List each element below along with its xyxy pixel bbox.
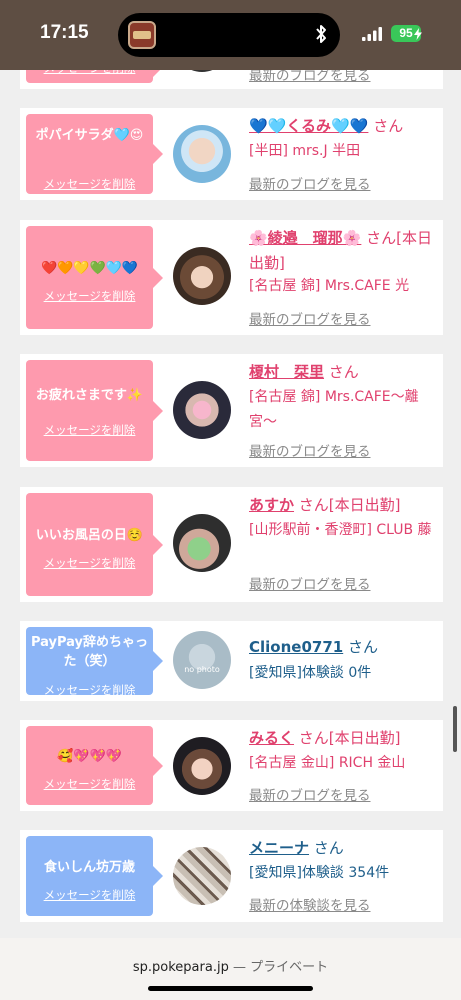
honorific: さん [313,839,344,857]
latest-blog-link[interactable]: 最新のブログを見る [249,784,371,804]
home-indicator[interactable] [148,986,313,991]
domain-label: sp.pokepara.jp [132,960,229,975]
latest-review-link[interactable]: 最新の体験談を見る [249,894,371,914]
address-bar[interactable]: sp.pokepara.jp — プライベート [0,956,461,975]
status-time: 17:15 [40,22,89,43]
cast-name-link[interactable]: あすか [249,496,294,514]
message-bubble: PayPay辞めちゃった（笑） メッセージを削除 [26,627,163,698]
honorific: さん [373,117,404,135]
private-mode-label: プライベート [250,960,329,975]
avatar[interactable] [173,514,231,572]
message-card: 🥰💖💖💖 メッセージを削除 みるく さん[本日出勤] [名古屋 金山] RICH… [20,720,443,811]
no-photo-label: no photo [184,665,220,674]
message-text: ❤️🧡💛💚🩵💙 [40,261,139,276]
shop-name: [名古屋 金山] RICH 金山 [249,755,406,771]
status-bar: 17:15 95 [0,0,461,70]
message-card: いいお風呂の日☺️ メッセージを削除 あすか さん[本日出勤] [山形駅前・香澄… [20,487,443,602]
message-bubble: いいお風呂の日☺️ メッセージを削除 [26,493,163,596]
message-card: ❤️🧡💛💚🩵💙 メッセージを削除 🌸綾邉 瑠那🌸 さん[本日出勤] [名古屋 錦… [20,220,443,335]
avatar[interactable]: no photo [173,631,231,689]
shop-name: [名古屋 錦] Mrs.CAFE 光 [249,278,410,294]
honorific: さん [347,638,378,656]
shop-name: [山形駅前・香澄町] CLUB 藤 [249,522,432,538]
delete-message-link[interactable]: メッセージを削除 [26,422,153,438]
delete-message-link[interactable]: メッセージを削除 [26,682,153,698]
user-name-link[interactable]: メニーナ [249,839,309,857]
latest-blog-link[interactable]: 最新のブログを見る [249,173,371,193]
latest-blog-link[interactable]: 最新のブログを見る [249,573,371,593]
avatar[interactable] [173,847,231,905]
charging-bolt-icon [414,28,422,40]
user-name-link[interactable]: Clione0771 [249,638,343,656]
honorific: さん[本日出勤] [298,729,401,747]
honorific: さん[本日出勤] [298,496,401,514]
review-count: [愛知県]体験談 0件 [249,665,372,681]
name-line: 💙🩵くるみ🩵💙 さん [249,114,435,139]
message-card: PayPay辞めちゃった（笑） メッセージを削除 no photo Clione… [20,621,443,701]
cast-name-link[interactable]: 💙🩵くるみ🩵💙 [249,117,368,135]
message-card: お疲れさまです✨ メッセージを削除 榎村 栞里 さん [名古屋 錦] Mrs.C… [20,354,443,467]
message-text: いいお風呂の日☺️ [35,528,144,543]
avatar[interactable] [173,125,231,183]
island-thumbnail-icon [128,21,156,49]
signal-icon [362,27,382,41]
message-card: 食いしん坊万歳 メッセージを削除 メニーナ さん [愛知県]体験談 354件 最… [20,830,443,922]
review-count: [愛知県]体験談 354件 [249,865,390,881]
message-bubble: ポパイサラダ🩵😍 メッセージを削除 [26,114,163,194]
dynamic-island[interactable] [118,13,340,57]
delete-message-link[interactable]: メッセージを削除 [26,776,153,792]
delete-message-link[interactable]: メッセージを削除 [26,288,153,304]
message-text: 🥰💖💖💖 [57,749,122,764]
message-card: ポパイサラダ🩵😍 メッセージを削除 💙🩵くるみ🩵💙 さん [半田] mrs.J … [20,108,443,200]
latest-blog-link[interactable]: 最新のブログを見る [249,308,371,328]
name-line: 榎村 栞里 さん [249,360,435,385]
delete-message-link[interactable]: メッセージを削除 [26,555,153,571]
name-line: Clione0771 さん [249,635,435,660]
cast-name-link[interactable]: みるく [249,729,294,747]
avatar[interactable] [173,247,231,305]
message-text: ポパイサラダ🩵😍 [35,128,144,143]
message-bubble: ❤️🧡💛💚🩵💙 メッセージを削除 [26,226,163,329]
separator: — [232,960,246,975]
cast-name-link[interactable]: 🌸綾邉 瑠那🌸 [249,229,361,247]
bluetooth-icon [316,25,326,43]
message-text: 食いしん坊万歳 [43,860,135,875]
shop-name: [半田] mrs.J 半田 [249,143,361,159]
cast-name-link[interactable]: 榎村 栞里 [249,363,324,381]
message-bubble: 食いしん坊万歳 メッセージを削除 [26,836,163,916]
message-text: お疲れさまです✨ [35,388,144,403]
name-line: みるく さん[本日出勤] [249,726,435,751]
delete-message-link[interactable]: メッセージを削除 [26,176,153,192]
name-line: 🌸綾邉 瑠那🌸 さん[本日出勤] [249,226,435,276]
name-line: あすか さん[本日出勤] [249,493,435,518]
latest-blog-link[interactable]: 最新のブログを見る [249,440,371,460]
shop-name: [名古屋 錦] Mrs.CAFE〜離宮〜 [249,389,419,430]
avatar[interactable] [173,381,231,439]
message-bubble: お疲れさまです✨ メッセージを削除 [26,360,163,461]
message-bubble: 🥰💖💖💖 メッセージを削除 [26,726,163,805]
avatar[interactable] [173,737,231,795]
honorific: さん [328,363,359,381]
message-text: PayPay辞めちゃった（笑） [30,635,149,669]
delete-message-link[interactable]: メッセージを削除 [26,887,153,903]
scrollbar[interactable] [453,706,457,752]
name-line: メニーナ さん [249,836,435,861]
